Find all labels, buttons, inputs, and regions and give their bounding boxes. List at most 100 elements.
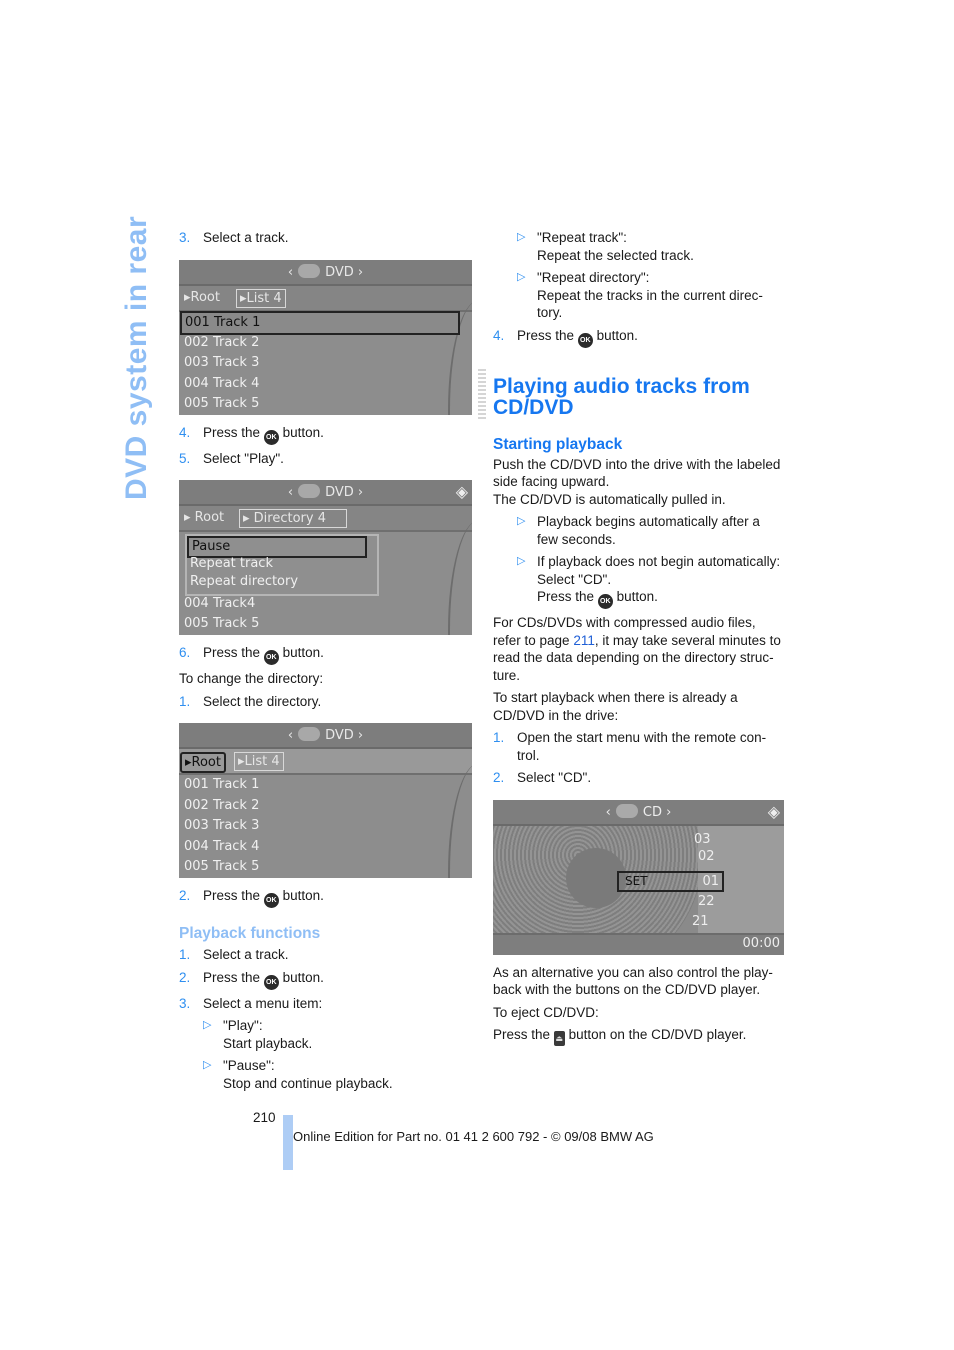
ok-button-icon: OK (263, 429, 279, 445)
step-number: 5. (179, 450, 191, 466)
left-column: 3. Select a track. ‹ DVD › ▸Root ▸List 4 0… (179, 229, 486, 1097)
triangle-bullet-icon: ▷ (517, 231, 526, 243)
starting-playback-heading: Starting playback (493, 435, 623, 453)
cd-screen: ‹ CD › ◈ 03 02 SET 01 22 21 00:00 (493, 799, 784, 955)
track-number[interactable]: 03 (694, 832, 711, 847)
step-text: Select "CD". (517, 770, 592, 785)
track-row[interactable]: 003 Track 3 (184, 353, 259, 373)
menu-item-repeat-directory[interactable]: Repeat directory (190, 573, 298, 591)
step-number: 4. (179, 424, 191, 440)
track-row[interactable]: 004 Track 4 (184, 374, 259, 394)
screen-topbar: ‹ DVD › (179, 259, 472, 286)
bullet-desc: Repeat the selected track. (537, 247, 694, 263)
step-text: Press the (203, 969, 261, 985)
step-open-start-menu: 1. Open the start menu with the remote co… (493, 729, 788, 764)
step-number: 3. (179, 230, 191, 245)
current-track-number: 01 (702, 873, 719, 889)
arrow-left-icon: ‹ (287, 728, 294, 743)
right-column: ▷ "Repeat track": Repeat the selected trac… (493, 229, 788, 1051)
section-title-line: Playing audio tracks from (493, 374, 750, 398)
track-row[interactable]: 005 Track 5 (184, 614, 259, 634)
page-link[interactable]: 211 (573, 633, 595, 648)
step-number: 1. (179, 693, 191, 709)
step-text: Open the start menu with the remote con- (517, 730, 767, 745)
section-title: Playing audio tracks from CD/DVD (493, 376, 788, 418)
ok-button-icon: OK (263, 650, 279, 665)
change-directory-intro: To change the directory: (179, 671, 324, 686)
ok-button-icon: OK (577, 332, 593, 348)
crumb-root[interactable]: ▸Root (181, 289, 223, 306)
bullet-desc: Repeat the tracks in the current direc- (537, 287, 763, 303)
crumb-list[interactable]: ▸List 4 (236, 288, 286, 308)
selected-track-box[interactable]: SET 01 (617, 870, 724, 892)
triangle-bullet-icon: ▷ (517, 271, 526, 283)
track-row[interactable]: 005 Track 5 (184, 857, 259, 877)
bullet-play: ▷ "Play": Start playback. (179, 1017, 474, 1052)
step-text: button. (282, 888, 324, 903)
breadcrumb: ▸Root ▸List 4 (179, 285, 472, 312)
page-number: 210 (253, 1110, 276, 1125)
step-press-ok: 4. Press the OK button. (179, 424, 474, 445)
menu-item-repeat-track[interactable]: Repeat track (190, 555, 273, 573)
bullet-pause: ▷ "Pause": Stop and continue playback. (179, 1057, 474, 1092)
step-text: button. (282, 969, 324, 985)
crumb-root[interactable]: ▸ Root (181, 509, 227, 526)
step-number: 1. (179, 947, 191, 962)
screen-topbar: ‹ CD › ◈ (493, 799, 784, 826)
text-line: back with the buttons on the CD/DVD play… (493, 982, 761, 997)
text-line: button on the CD/DVD player. (568, 1027, 747, 1042)
track-number[interactable]: 02 (698, 849, 715, 864)
section-title-line: CD/DVD (493, 395, 574, 419)
source-label: DVD (325, 264, 354, 280)
text-line: Push the CD/DVD into the drive with the … (493, 456, 781, 472)
controller-nav-icon: ◈ (455, 482, 468, 501)
track-row[interactable]: 002 Track 2 (184, 333, 259, 353)
set-label: SET (625, 873, 648, 888)
triangle-bullet-icon: ▷ (203, 1059, 212, 1071)
source-label: CD (642, 804, 662, 820)
breadcrumb: ▸Root ▸List 4 (179, 749, 472, 775)
bullet-title: "Pause": (223, 1058, 275, 1073)
disc-icon (298, 263, 321, 278)
breadcrumb: ▸ Root ▸ Directory 4 (179, 506, 472, 532)
text-line: side facing upward. (493, 474, 610, 489)
playback-menu-popup: Pause Repeat track Repeat directory (185, 534, 379, 596)
bullet-title: "Play": (223, 1018, 263, 1033)
disc-icon (298, 727, 321, 741)
step-text: Select "Play". (203, 450, 284, 466)
step-number: 2. (179, 969, 191, 985)
step-text: Press the (203, 888, 261, 903)
track-row[interactable]: 003 Track 3 (184, 816, 259, 836)
step-text: button. (596, 327, 638, 343)
track-row[interactable]: 001 Track 1 (184, 775, 259, 795)
track-row[interactable]: 005 Track 5 (184, 394, 259, 414)
crumb-list[interactable]: ▸List 4 (234, 752, 284, 771)
step-number: 3. (179, 995, 191, 1011)
text-line: Press the (493, 1027, 551, 1042)
step-number: 4. (493, 327, 505, 343)
step-select-menu-item: 3. Select a menu item: (179, 995, 474, 1013)
track-row[interactable]: 002 Track 2 (184, 796, 259, 816)
step-select-play: 5. Select "Play". (179, 450, 474, 468)
compressed-audio-paragraph: For CDs/DVDs with compressed audio files… (493, 614, 788, 684)
screen-topbar: ‹ DVD › ◈ (179, 480, 472, 506)
step-text: Select a track. (203, 947, 289, 962)
track-row-selected[interactable]: 001 Track 1 (180, 310, 460, 335)
text-line: , it may take several minutes to (594, 632, 781, 648)
track-number[interactable]: 22 (698, 894, 715, 909)
crumb-directory[interactable]: ▸ Directory 4 (239, 509, 347, 528)
crumb-root-selected[interactable]: ▸Root (180, 752, 226, 773)
bullet-desc: Stop and continue playback. (223, 1075, 393, 1091)
track-number[interactable]: 21 (692, 914, 709, 929)
step-text: Select a menu item: (203, 995, 323, 1011)
step-select-directory: 1. Select the directory. (179, 693, 474, 711)
step-text: Press the (203, 424, 261, 440)
bullet-title: "Repeat track": (537, 230, 627, 245)
arrow-left-icon: ‹ (605, 804, 611, 820)
text-line: To start playback when there is already … (493, 690, 738, 705)
track-row[interactable]: 004 Track 4 (184, 837, 259, 857)
step-press-ok: 6. Press the OK button. (179, 644, 474, 665)
track-row[interactable]: 004 Track4 (184, 594, 255, 614)
bullet-auto-playback: ▷ Playback begins automatically after a fe… (493, 513, 788, 548)
text-line: If playback does not begin automatically… (537, 554, 781, 569)
